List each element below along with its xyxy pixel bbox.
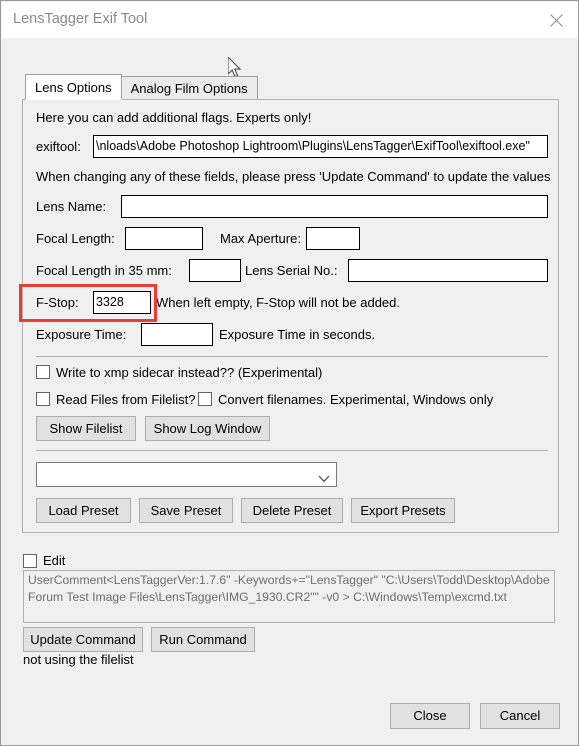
lens-name-label: Lens Name: xyxy=(36,199,107,214)
close-glyph xyxy=(549,13,563,27)
edit-checkbox[interactable] xyxy=(23,554,37,568)
close-icon[interactable] xyxy=(533,2,578,38)
save-preset-button[interactable]: Save Preset xyxy=(139,498,233,523)
delete-preset-button[interactable]: Delete Preset xyxy=(241,498,343,523)
exposure-time-hint: Exposure Time in seconds. xyxy=(219,327,376,342)
focal-length-label: Focal Length: xyxy=(36,231,115,246)
cancel-button[interactable]: Cancel xyxy=(480,703,560,729)
chevron-down-icon xyxy=(318,470,330,488)
window-title: LensTagger Exif Tool xyxy=(13,11,148,27)
write-xmp-checkbox[interactable] xyxy=(36,365,50,379)
focal-length-35-input[interactable] xyxy=(189,259,241,282)
fstop-input[interactable]: 3328 xyxy=(93,291,151,314)
divider-2 xyxy=(36,450,548,451)
update-command-button[interactable]: Update Command xyxy=(23,627,143,652)
exposure-time-input[interactable] xyxy=(141,323,213,346)
max-aperture-label: Max Aperture: xyxy=(220,231,301,246)
fstop-hint: When left empty, F-Stop will not be adde… xyxy=(156,295,400,310)
lens-serial-label: Lens Serial No.: xyxy=(245,263,338,278)
exiftool-input[interactable]: \nloads\Adobe Photoshop Lightroom\Plugin… xyxy=(93,135,548,158)
exiftool-label: exiftool: xyxy=(36,139,81,154)
tab-analog-film-options[interactable]: Analog Film Options xyxy=(120,76,258,100)
tab-lens-options[interactable]: Lens Options xyxy=(25,74,122,100)
load-preset-button[interactable]: Load Preset xyxy=(36,498,131,523)
focal-length-35-label: Focal Length in 35 mm: xyxy=(36,263,172,278)
run-command-button[interactable]: Run Command xyxy=(151,627,255,652)
lens-name-input[interactable] xyxy=(121,195,548,218)
max-aperture-input[interactable] xyxy=(306,227,360,250)
write-xmp-label: Write to xmp sidecar instead?? (Experime… xyxy=(56,365,323,380)
fstop-label: F-Stop: xyxy=(36,295,79,310)
edit-label: Edit xyxy=(43,553,66,568)
focal-length-input[interactable] xyxy=(125,227,203,250)
convert-filenames-checkbox[interactable] xyxy=(198,392,212,406)
exposure-time-label: Exposure Time: xyxy=(36,327,127,342)
flags-hint: Here you can add additional flags. Exper… xyxy=(36,110,312,125)
show-filelist-button[interactable]: Show Filelist xyxy=(36,416,136,441)
close-button[interactable]: Close xyxy=(390,703,470,729)
title-bar: LensTagger Exif Tool xyxy=(2,2,578,38)
tab-strip: Lens Options Analog Film Options xyxy=(25,74,258,100)
divider-1 xyxy=(36,356,548,357)
command-textarea[interactable]: UserComment<LensTaggerVer:1.7.6" -Keywor… xyxy=(23,570,555,623)
preset-combobox[interactable] xyxy=(36,462,337,487)
lens-options-panel: Here you can add additional flags. Exper… xyxy=(22,99,559,533)
lenstagger-dialog: LensTagger Exif Tool Lens Options Analog… xyxy=(0,0,579,746)
read-filelist-checkbox[interactable] xyxy=(36,392,50,406)
show-log-window-button[interactable]: Show Log Window xyxy=(145,416,270,441)
read-filelist-label: Read Files from Filelist? xyxy=(56,392,196,407)
export-presets-button[interactable]: Export Presets xyxy=(351,498,455,523)
convert-filenames-label: Convert filenames. Experimental, Windows… xyxy=(218,392,494,407)
update-hint: When changing any of these fields, pleas… xyxy=(36,169,551,184)
status-text: not using the filelist xyxy=(23,652,134,667)
lens-serial-input[interactable] xyxy=(348,259,548,282)
